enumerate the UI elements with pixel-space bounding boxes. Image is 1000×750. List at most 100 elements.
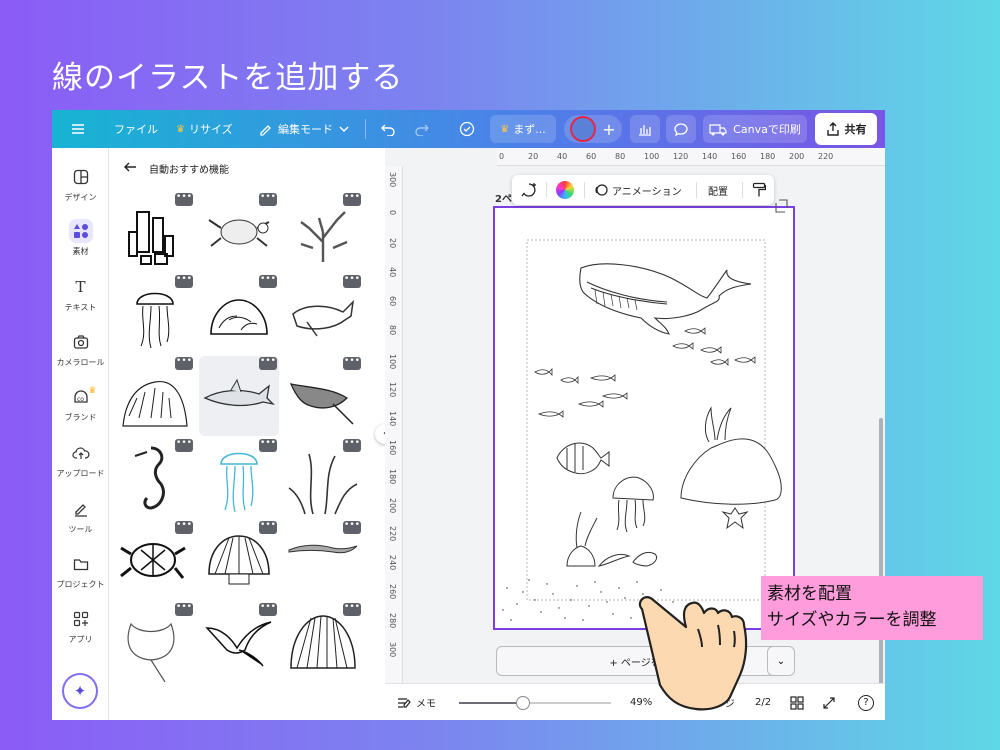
panel-header: 自動おすすめ機能 (123, 161, 229, 176)
ruler-tick-label: 0 (388, 210, 397, 216)
design-page[interactable] (493, 206, 795, 630)
rail-item-apps[interactable]: アプリ (52, 607, 109, 645)
arrange-button[interactable]: 配置 (708, 175, 728, 205)
more-options-icon[interactable]: ••• (175, 357, 193, 370)
zoom-slider[interactable] (459, 696, 611, 710)
resize-button[interactable]: ♛ リサイズ (176, 110, 233, 148)
arrow-left-icon[interactable] (123, 161, 137, 176)
magic-edit-icon[interactable] (520, 175, 538, 205)
collaborator-group[interactable]: + (564, 115, 622, 143)
more-options-icon[interactable]: ••• (259, 439, 277, 452)
undo-icon[interactable] (380, 110, 396, 148)
color-wheel-icon[interactable] (556, 175, 574, 205)
asset-seahorse[interactable]: ••• (115, 438, 195, 518)
more-options-icon[interactable]: ••• (175, 193, 193, 206)
more-options-icon[interactable]: ••• (175, 439, 193, 452)
asset-whale[interactable]: ••• (283, 274, 363, 354)
analytics-icon[interactable] (630, 115, 660, 143)
asset-scallop-shell[interactable]: ••• (199, 520, 279, 600)
elements-panel: 自動おすすめ機能 ••• ••• ••• ••• ••• ••• ••• ••• ••• ••• •… (109, 148, 385, 720)
comment-icon[interactable] (666, 115, 696, 143)
asset-seashell[interactable]: ••• (283, 602, 363, 682)
edit-mode-button[interactable]: 編集モード (258, 110, 349, 148)
more-options-icon[interactable]: ••• (259, 357, 277, 370)
asset-shark[interactable]: ••• (199, 356, 279, 436)
ruler-tick-label: 260 (388, 584, 397, 600)
asset-seagull[interactable]: ••• (199, 602, 279, 682)
top-bar: ファイル ♛ リサイズ 編集モード ♛ まず... + Canvaで印刷 共有 (52, 110, 885, 148)
tools-icon (69, 497, 93, 521)
more-options-icon[interactable]: ••• (343, 521, 361, 534)
vertical-scrollbar[interactable] (879, 418, 883, 688)
animation-button[interactable]: アニメーション (594, 175, 682, 205)
avatar[interactable] (570, 116, 597, 142)
redo-icon[interactable] (414, 110, 430, 148)
ruler-tick-label: 60 (586, 152, 597, 161)
cloud-saved-icon[interactable] (458, 110, 476, 148)
share-button[interactable]: 共有 (815, 113, 877, 145)
ruler-tick-label: 160 (388, 440, 397, 456)
rail-item-elements[interactable]: 素材 (52, 219, 109, 257)
asset-sponge[interactable]: ••• (115, 192, 195, 272)
ruler-tick-label: 180 (388, 469, 397, 485)
ruler-tick-label: 240 (388, 555, 397, 571)
plus-icon[interactable]: + (602, 120, 615, 139)
asset-turtle[interactable]: ••• (115, 520, 195, 600)
more-options-icon[interactable]: ••• (343, 275, 361, 288)
notes-button[interactable]: メモ (397, 684, 436, 720)
ruler-tick-label: 300 (388, 642, 397, 658)
add-page-icon[interactable] (774, 198, 788, 217)
callout-line-1: 素材を配置 (767, 584, 852, 604)
more-options-icon[interactable]: ••• (343, 193, 361, 206)
asset-blue-jellyfish[interactable]: ••• (199, 438, 279, 518)
rail-item-brand[interactable]: co ♛ ブランド (52, 385, 109, 423)
more-options-icon[interactable]: ••• (259, 603, 277, 616)
asset-sea-turtle[interactable]: ••• (199, 192, 279, 272)
crown-icon: ♛ (176, 123, 185, 135)
divider (365, 119, 366, 139)
ruler-tick-label: 200 (388, 498, 397, 514)
ocean-illustration[interactable] (495, 208, 793, 628)
ruler-tick-label: 100 (644, 152, 660, 161)
magic-sparkle-icon[interactable]: ✦ (64, 675, 96, 707)
rail-item-upload[interactable]: アップロード (52, 441, 109, 479)
asset-coral-reef[interactable]: ••• (199, 274, 279, 354)
paint-roller-icon[interactable] (752, 175, 766, 205)
asset-coral[interactable]: ••• (283, 192, 363, 272)
more-options-icon[interactable]: ••• (343, 439, 361, 452)
ruler-tick-label: 220 (818, 152, 834, 161)
more-options-icon[interactable]: ••• (343, 357, 361, 370)
rail-item-text[interactable]: T テキスト (52, 275, 109, 313)
fullscreen-icon[interactable] (822, 684, 836, 720)
more-options-icon[interactable]: ••• (175, 603, 193, 616)
more-options-icon[interactable]: ••• (175, 275, 193, 288)
menu-icon[interactable] (70, 110, 86, 148)
more-options-icon[interactable]: ••• (259, 193, 277, 206)
rail-item-tools[interactable]: ツール (52, 497, 109, 535)
more-options-icon[interactable]: ••• (343, 603, 361, 616)
ruler-tick-label: 20 (388, 238, 397, 249)
more-options-icon[interactable]: ••• (175, 521, 193, 534)
asset-eel[interactable]: ••• (283, 520, 363, 600)
design-title-button[interactable]: ♛ まず... (490, 115, 556, 143)
rail-item-camera-roll[interactable]: カメラロール (52, 330, 109, 368)
asset-coral-bush[interactable]: ••• (115, 356, 195, 436)
asset-stingray[interactable]: ••• (115, 602, 195, 682)
rail-item-projects[interactable]: プロジェクト (52, 552, 109, 590)
more-options-icon[interactable]: ••• (259, 521, 277, 534)
rock-coral-illustration (680, 406, 782, 530)
rail-item-design[interactable]: デザイン (52, 165, 109, 203)
more-options-icon[interactable]: ••• (259, 275, 277, 288)
asset-seaweed[interactable]: ••• (283, 438, 363, 518)
zoom-slider-knob[interactable] (515, 696, 530, 710)
upload-icon (69, 441, 93, 465)
grid-view-icon[interactable] (790, 684, 804, 720)
print-button[interactable]: Canvaで印刷 (703, 115, 807, 143)
asset-manta-ray[interactable]: ••• (283, 356, 363, 436)
file-menu[interactable]: ファイル (114, 110, 158, 148)
help-icon[interactable]: ? (858, 684, 874, 720)
asset-jellyfish[interactable]: ••• (115, 274, 195, 354)
ruler-tick-label: 120 (388, 382, 397, 398)
ruler-tick-label: 80 (388, 325, 397, 336)
page-label: 2ペ (495, 194, 512, 205)
